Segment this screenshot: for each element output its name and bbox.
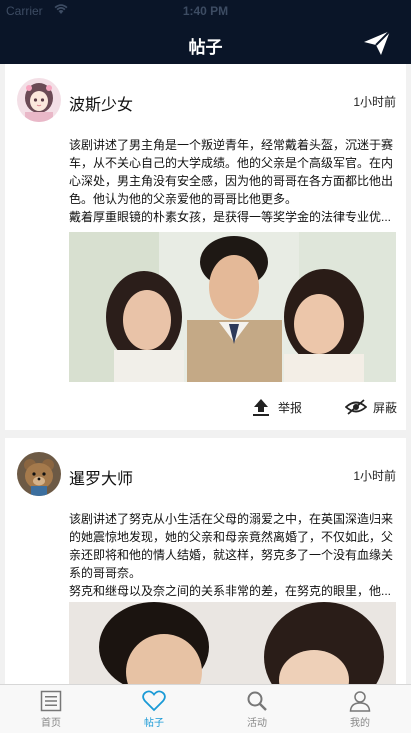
avatar[interactable]	[17, 78, 61, 122]
post-time: 1小时前	[353, 95, 396, 109]
post-image[interactable]	[69, 602, 396, 684]
tab-bar: 首页 帖子 活动 我的	[0, 684, 411, 733]
tab-activity[interactable]: 活动	[206, 685, 308, 733]
avatar[interactable]	[17, 452, 61, 496]
tab-posts[interactable]: 帖子	[103, 685, 205, 733]
status-time: 1:40 PM	[182, 4, 229, 18]
nav-bar: 帖子	[0, 22, 411, 64]
post-actions: 举报 屏蔽	[5, 394, 406, 420]
post-card[interactable]: 波斯少女 1小时前 该剧讲述了男主角是一个叛逆青年，经常戴着头盔，沉迷于赛 车，…	[5, 64, 406, 430]
post-text-line: 戴着厚重眼镜的朴素女孩，是获得一等奖学金的法律专业优...	[69, 210, 392, 224]
post-text-line: 车，从不关心自己的大学成绩。他的父亲是个高级军官。在内	[69, 156, 394, 170]
upload-icon	[253, 399, 269, 416]
post-text-line: 亲还即将和他的情人结婚，就这样，努克多了一个没有血缘关	[69, 548, 394, 562]
post-text-line: 该剧讲述了男主角是一个叛逆青年，经常戴着头盔，沉迷于赛	[69, 138, 394, 152]
eye-off-icon	[345, 399, 367, 415]
author-name[interactable]: 波斯少女	[69, 91, 133, 115]
post-text-line: 系的哥哥奈。	[69, 566, 142, 580]
hide-button[interactable]: 屏蔽	[345, 394, 397, 420]
post-text-line: 努克和继母以及奈之间的关系非常的差，在努克的眼里，他...	[69, 584, 392, 598]
heart-icon	[142, 690, 166, 712]
person-icon	[349, 691, 371, 712]
tab-label: 我的	[350, 718, 370, 729]
post-feed[interactable]: 波斯少女 1小时前 该剧讲述了男主角是一个叛逆青年，经常戴着头盔，沉迷于赛 车，…	[0, 64, 411, 684]
post-text[interactable]: 该剧讲述了男主角是一个叛逆青年，经常戴着头盔，沉迷于赛 车，从不关心自己的大学成…	[69, 136, 396, 226]
report-label: 举报	[278, 400, 303, 415]
post-text-line: 该剧讲述了努克从小生活在父母的溺爱之中，在英国深造归来	[69, 512, 394, 526]
post-text[interactable]: 该剧讲述了努克从小生活在父母的溺爱之中，在英国深造归来 的她震惊地发现，她的父亲…	[69, 510, 396, 600]
search-icon	[247, 691, 267, 711]
tab-profile[interactable]: 我的	[309, 685, 411, 733]
post-time: 1小时前	[353, 469, 396, 483]
post-text-line: 色。他认为他的父亲爱他的哥哥比他更多。	[69, 192, 298, 206]
hide-label: 屏蔽	[373, 400, 398, 415]
status-bar: Carrier 1:40 PM	[0, 0, 411, 22]
tab-label: 帖子	[144, 718, 164, 729]
post-card[interactable]: 暹罗大师 1小时前 该剧讲述了努克从小生活在父母的溺爱之中，在英国深造归来 的她…	[5, 438, 406, 684]
post-text-line: 心深处，男主角没有安全感，因为他的哥哥在各方面都比他出	[69, 174, 394, 188]
tab-label: 首页	[41, 718, 61, 729]
page-title: 帖子	[188, 38, 223, 57]
author-name[interactable]: 暹罗大师	[69, 465, 133, 489]
post-image[interactable]	[69, 232, 396, 382]
post-text-line: 的她震惊地发现，她的父亲和母亲竟然离婚了，不仅如此，父	[69, 530, 394, 544]
send-icon	[364, 30, 391, 55]
tab-label: 活动	[247, 718, 267, 729]
tab-home[interactable]: 首页	[0, 685, 102, 733]
send-post-button[interactable]	[363, 30, 391, 56]
report-button[interactable]: 举报	[250, 394, 302, 420]
list-icon	[40, 690, 62, 712]
